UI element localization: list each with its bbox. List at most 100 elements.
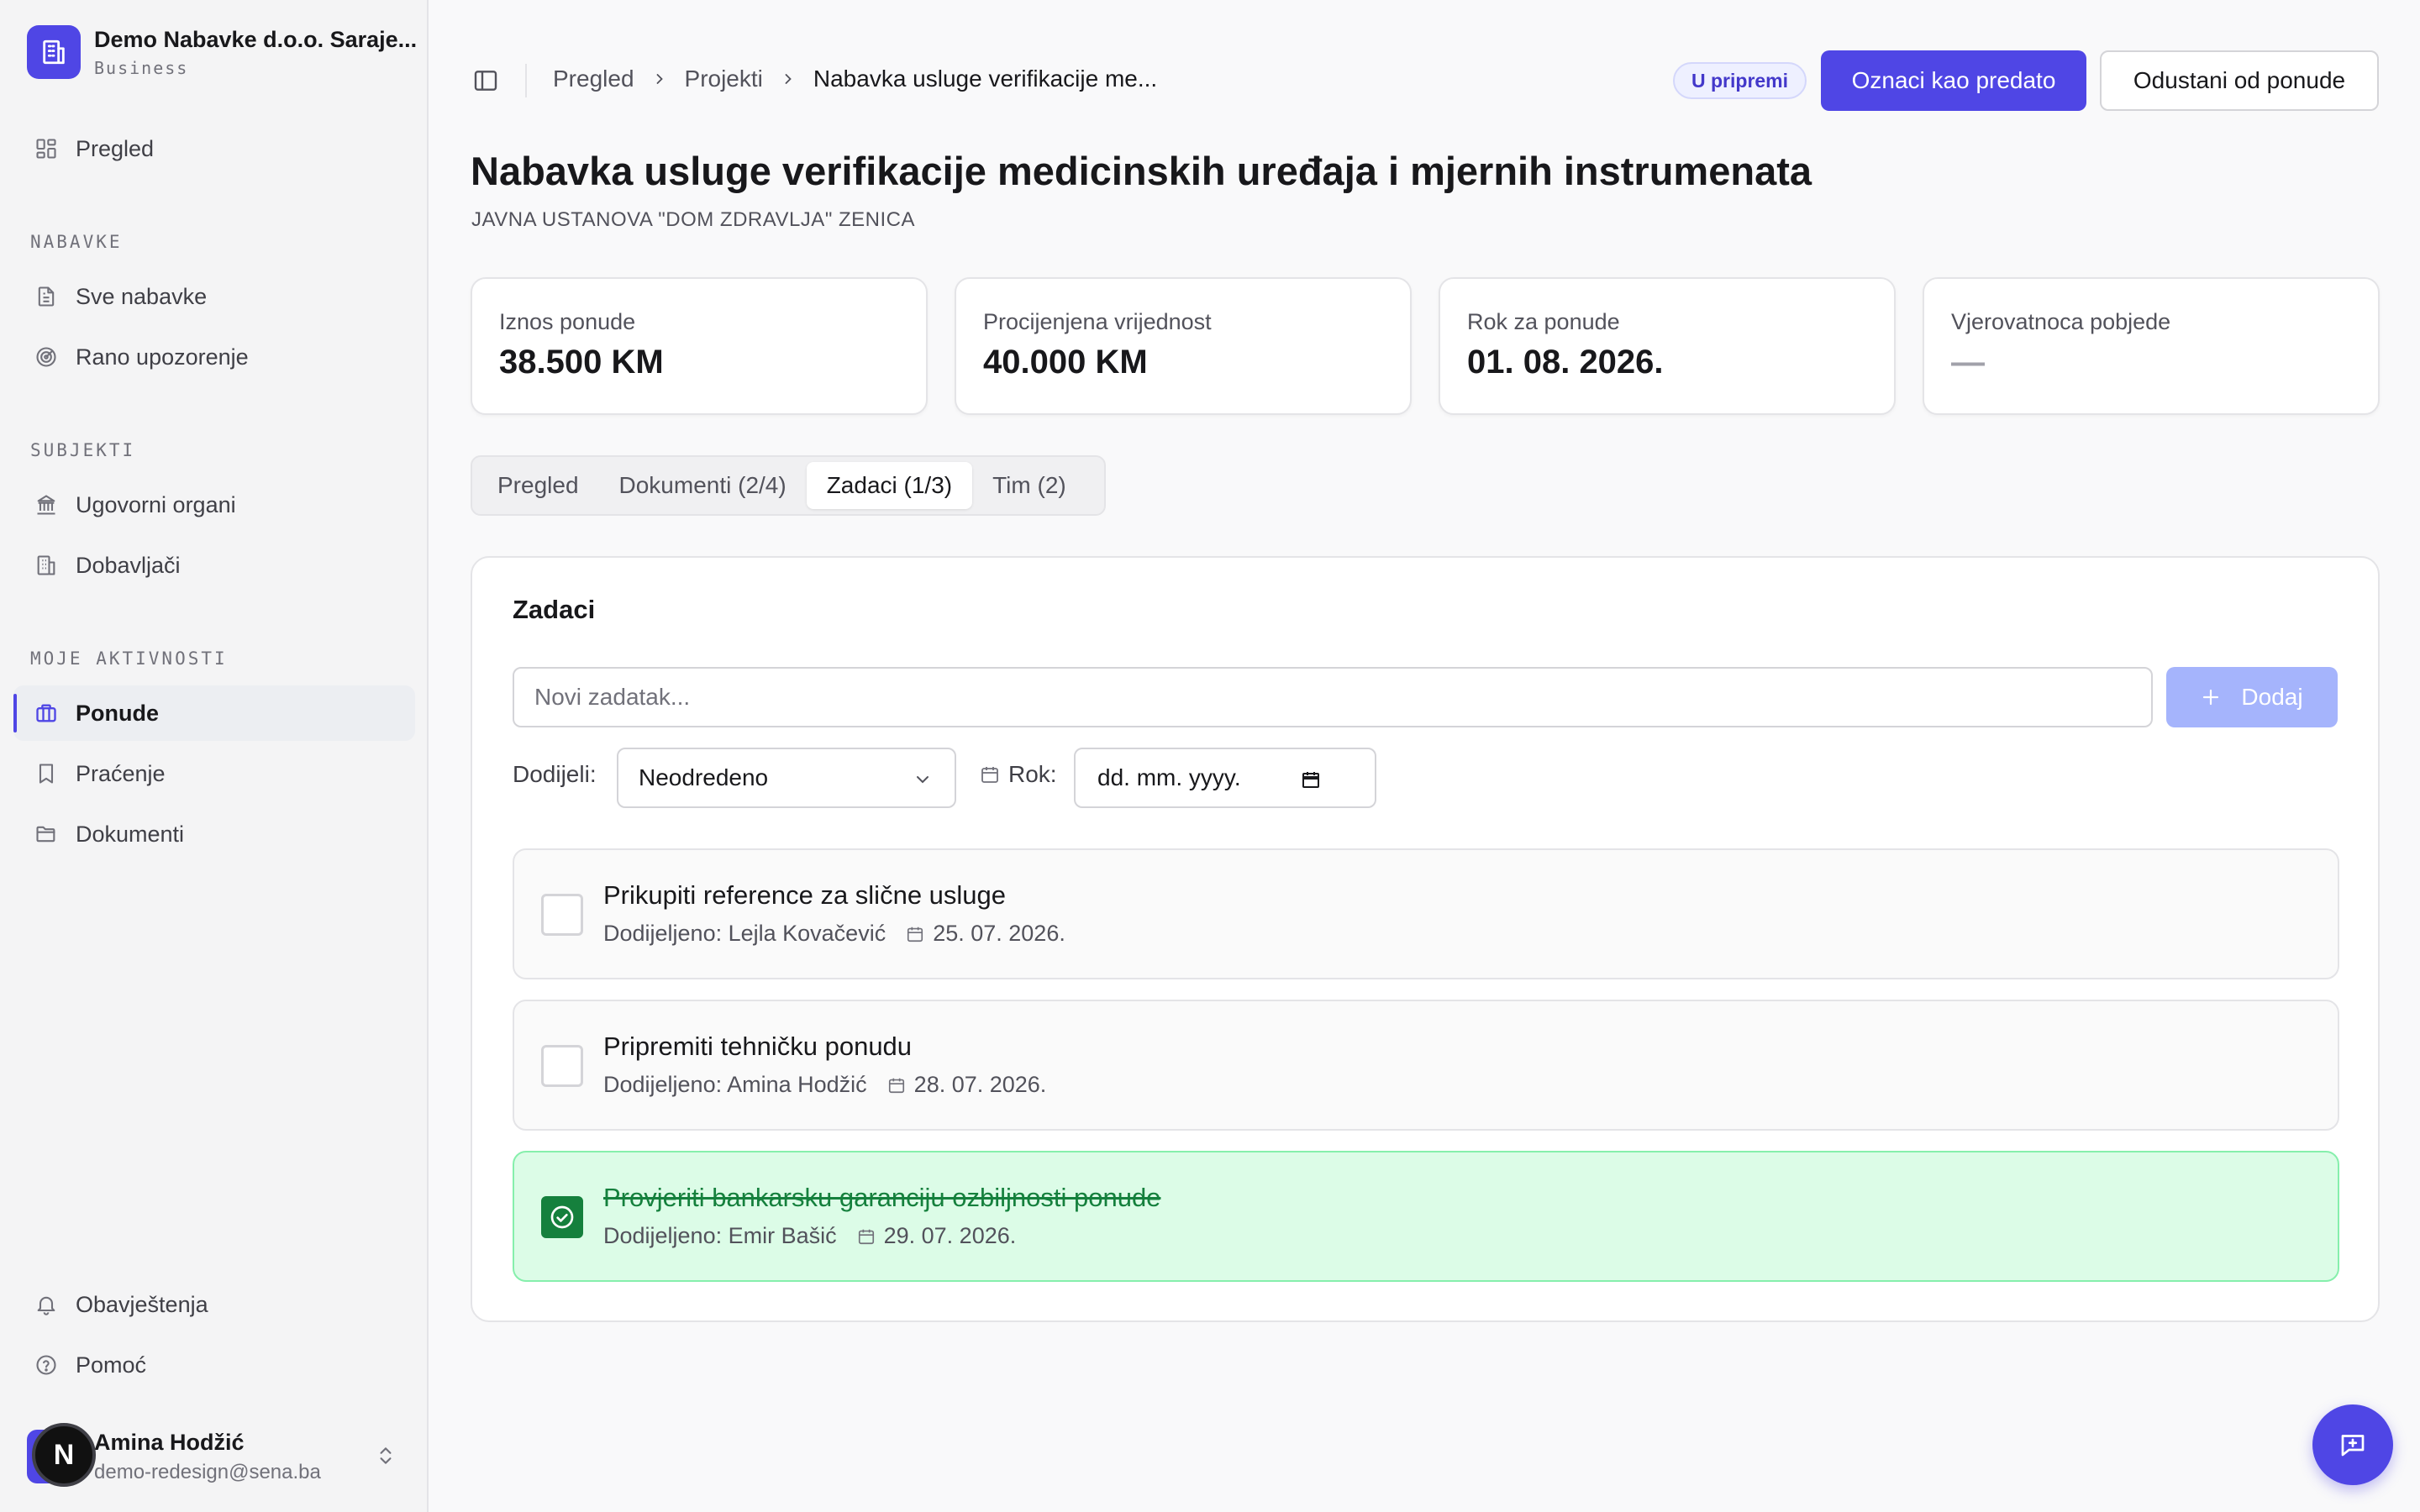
task-date: 25. 07. 2026. <box>933 921 1065 946</box>
bookmark-icon <box>32 759 60 788</box>
stat-label: Procijenjena vrijednost <box>983 309 1212 334</box>
file-text-icon <box>32 282 60 311</box>
status-badge: U pripremi <box>1673 62 1807 99</box>
stat-card-procijenjena: Procijenjena vrijednost 40.000 KM <box>955 277 1412 415</box>
stat-value: 40.000 KM <box>983 344 1148 381</box>
tabs: Pregled Dokumenti (2/4) Zadaci (1/3) Tim… <box>471 455 1106 516</box>
assignee-select[interactable]: Neodredeno <box>617 748 956 808</box>
calendar-icon <box>906 925 924 943</box>
stat-label: Iznos ponude <box>499 309 636 334</box>
stat-card-rok: Rok za ponude 01. 08. 2026. <box>1439 277 1896 415</box>
folder-icon <box>32 820 60 848</box>
mark-submitted-button[interactable]: Oznaci kao predato <box>1821 50 2086 111</box>
stat-card-iznos: Iznos ponude 38.500 KM <box>471 277 928 415</box>
stat-value: 38.500 KM <box>499 344 664 381</box>
sidebar-item-ugovorni-organi[interactable]: Ugovorni organi <box>13 477 415 533</box>
building-icon <box>27 25 81 79</box>
task-assignee: Dodijeljeno: Emir Bašić <box>603 1223 837 1248</box>
sidebar-item-pomoc[interactable]: Pomoć <box>13 1337 415 1393</box>
task-title: Provjeriti bankarsku garanciju ozbiljnos… <box>603 1183 1161 1212</box>
section-nabavke: NABAVKE <box>30 232 123 252</box>
sidebar-toggle-icon[interactable] <box>472 67 499 94</box>
calendar-icon <box>980 764 1000 785</box>
calendar-icon <box>887 1076 906 1095</box>
chevron-right-icon <box>780 71 797 87</box>
task-item: Pripremiti tehničku ponudu Dodijeljeno: … <box>513 1000 2339 1131</box>
tasks-panel: Zadaci Dodaj Dodijeli: Neodredeno Rok: d… <box>471 556 2380 1322</box>
user-name: Amina Hodžić <box>94 1429 245 1455</box>
task-date: 28. 07. 2026. <box>913 1072 1047 1097</box>
sidebar-item-obavjestenja[interactable]: Obavještenja <box>13 1277 415 1332</box>
sidebar-item-pracenje[interactable]: Praćenje <box>13 746 415 801</box>
landmark-icon <box>32 491 60 519</box>
task-checkbox[interactable] <box>541 1045 583 1087</box>
stat-value: 01. 08. 2026. <box>1467 344 1664 381</box>
sidebar-item-dobavljaci[interactable]: Dobavljači <box>13 538 415 593</box>
withdraw-offer-button[interactable]: Odustani od ponude <box>2100 50 2379 111</box>
deadline-date-input[interactable]: dd. mm. yyyy. <box>1074 748 1376 808</box>
section-subjekti: SUBJEKTI <box>30 440 136 460</box>
task-title: Pripremiti tehničku ponudu <box>603 1032 913 1061</box>
sidebar-item-label: Praćenje <box>76 760 166 786</box>
chat-button[interactable] <box>2312 1404 2393 1485</box>
bell-icon <box>32 1290 60 1319</box>
org-switcher[interactable]: Demo Nabavke d.o.o. Saraje... Business <box>27 25 417 79</box>
deadline-label: Rok: <box>1008 761 1057 787</box>
tab-tim[interactable]: Tim (2) <box>972 462 1086 509</box>
sidebar: Demo Nabavke d.o.o. Saraje... Business P… <box>0 0 429 1512</box>
sidebar-item-label: Ugovorni organi <box>76 491 236 517</box>
org-name: Demo Nabavke d.o.o. Saraje... <box>94 26 418 52</box>
radar-icon <box>32 343 60 371</box>
sidebar-item-label: Sve nabavke <box>76 283 208 309</box>
task-checkbox[interactable] <box>541 1196 583 1238</box>
stat-label: Rok za ponude <box>1467 309 1620 334</box>
tab-dokumenti[interactable]: Dokumenti (2/4) <box>599 462 807 509</box>
page-title: Nabavka usluge verifikacije medicinskih … <box>471 149 1812 193</box>
task-item: Prikupiti reference za slične usluge Dod… <box>513 848 2339 979</box>
sidebar-item-sve-nabavke[interactable]: Sve nabavke <box>13 269 415 324</box>
calendar-icon[interactable] <box>1301 769 1321 790</box>
topbar: Pregled Projekti Nabavka usluge verifika… <box>429 0 2420 160</box>
task-checkbox[interactable] <box>541 894 583 936</box>
stat-label: Vjerovatnoca pobjede <box>1951 309 2171 334</box>
task-item: Provjeriti bankarsku garanciju ozbiljnos… <box>513 1151 2339 1282</box>
sidebar-item-pregled[interactable]: Pregled <box>13 121 415 176</box>
chevron-up-down-icon <box>375 1443 397 1468</box>
breadcrumb-projekti[interactable]: Projekti <box>685 66 763 92</box>
sidebar-item-dokumenti[interactable]: Dokumenti <box>13 806 415 862</box>
user-menu[interactable]: N Amina Hodžić demo-redesign@sena.ba <box>27 1423 405 1487</box>
sidebar-item-rano-upozorenje[interactable]: Rano upozorenje <box>13 329 415 385</box>
stat-card-vjerovatnoca: Vjerovatnoca pobjede — <box>1923 277 2380 415</box>
task-meta: Dodijeljeno: Emir Bašić 29. 07. 2026. <box>603 1223 1016 1249</box>
sidebar-item-ponude[interactable]: Ponude <box>13 685 415 741</box>
message-plus-icon <box>2338 1430 2368 1460</box>
breadcrumb-current: Nabavka usluge verifikacije me... <box>813 66 1158 92</box>
plus-icon <box>2201 687 2221 707</box>
tab-zadaci[interactable]: Zadaci (1/3) <box>806 462 973 509</box>
tab-pregled[interactable]: Pregled <box>477 462 599 509</box>
task-meta: Dodijeljeno: Amina Hodžić 28. 07. 2026. <box>603 1072 1046 1098</box>
help-circle-icon <box>32 1351 60 1379</box>
task-meta: Dodijeljeno: Lejla Kovačević 25. 07. 202… <box>603 921 1065 947</box>
task-assignee: Dodijeljeno: Amina Hodžić <box>603 1072 867 1097</box>
date-placeholder: dd. mm. yyyy. <box>1097 764 1241 790</box>
sidebar-item-label: Pomoć <box>76 1352 147 1378</box>
check-circle-icon <box>549 1204 576 1231</box>
calendar-icon <box>857 1227 876 1246</box>
add-task-label: Dodaj <box>2241 684 2303 710</box>
chevron-down-icon <box>913 769 933 790</box>
org-plan: Business <box>94 57 189 78</box>
task-date: 29. 07. 2026. <box>883 1223 1017 1248</box>
page-subtitle: JAVNA USTANOVA "DOM ZDRAVLJA" ZENICA <box>471 208 916 231</box>
panel-title: Zadaci <box>513 595 596 624</box>
avatar: N <box>27 1423 96 1487</box>
stat-value: — <box>1951 344 1985 381</box>
section-moje-aktivnosti: MOJE AKTIVNOSTI <box>30 648 228 669</box>
grid-icon <box>32 134 60 163</box>
task-title: Prikupiti reference za slične usluge <box>603 880 1007 910</box>
new-task-input[interactable] <box>513 667 2153 727</box>
breadcrumb-pregled[interactable]: Pregled <box>553 66 634 92</box>
sidebar-item-label: Dokumenti <box>76 821 185 847</box>
add-task-button[interactable]: Dodaj <box>2166 667 2338 727</box>
next-dev-badge[interactable]: N <box>32 1423 96 1487</box>
